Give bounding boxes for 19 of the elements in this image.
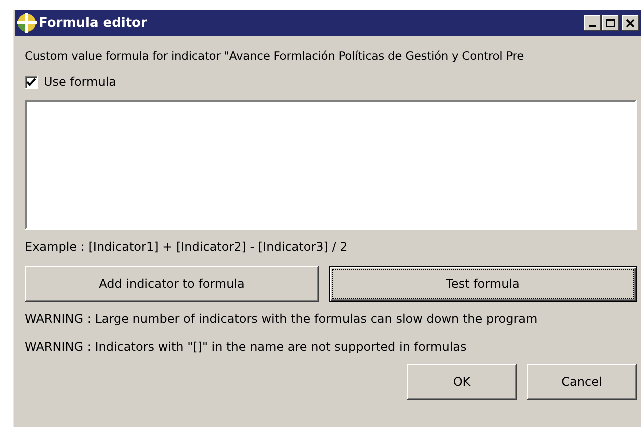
maximize-button[interactable] [602,15,619,31]
use-formula-checkbox[interactable] [25,76,38,88]
action-button[interactable]: Add indicator to formula [25,266,319,302]
close-icon [626,18,636,28]
maximize-icon [606,18,616,28]
warning-text: WARNING : Indicators with "[]" in the name are not supported in formulas [25,340,468,356]
warning-text: WARNING : Large number of indicators with the formulas can slow down the program [25,312,539,328]
crosshair-circle-icon [17,13,37,33]
dialog-button[interactable]: Cancel [527,364,637,400]
dialog-button[interactable]: OK [407,364,517,400]
minimize-button[interactable] [584,15,601,31]
window-title: Formula editor [39,16,148,30]
formula-field[interactable] [25,100,637,230]
minimize-icon [589,25,596,27]
example-text: Example : [Indicator1] + [Indicator2] - [Indicator3] / 2 [25,240,349,256]
description-text: Custom value formula for indicator "Avance Formlación Políticas de Gestión y Control Pre [25,49,526,65]
checkbox-label: Use formula [44,75,117,89]
close-button[interactable] [622,15,639,31]
action-button[interactable]: Test formula [329,266,637,302]
